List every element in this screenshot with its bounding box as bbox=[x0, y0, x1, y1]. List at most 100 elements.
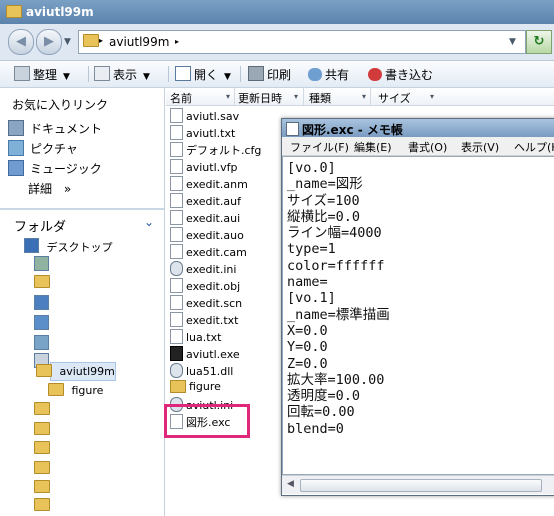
address-dropdown-icon[interactable]: ▼ bbox=[509, 37, 516, 47]
file-row[interactable]: exedit.aui bbox=[170, 210, 240, 225]
chevron-down-icon[interactable]: ▾ bbox=[226, 92, 230, 101]
toolbar-divider bbox=[168, 66, 169, 82]
share-button[interactable]: 共有 bbox=[308, 66, 349, 83]
chevron-right-icon[interactable]: ▸ bbox=[99, 36, 103, 45]
tree-item[interactable] bbox=[34, 461, 50, 475]
tree-item[interactable] bbox=[34, 441, 50, 455]
menu-help[interactable]: ヘルプ(H) bbox=[514, 139, 554, 155]
organize-icon bbox=[14, 66, 30, 81]
file-row[interactable]: exedit.auo bbox=[170, 227, 244, 242]
column-type[interactable]: 種類 bbox=[309, 90, 331, 106]
file-row[interactable]: デフォルト.cfg bbox=[170, 142, 261, 158]
file-name: exedit.aui bbox=[186, 212, 241, 225]
tree-item[interactable] bbox=[34, 498, 50, 512]
file-row[interactable]: lua51.dll bbox=[170, 363, 233, 378]
file-row[interactable]: aviutl.exe bbox=[170, 346, 240, 361]
tree-item[interactable] bbox=[34, 422, 50, 436]
chevron-down-icon: ▼ bbox=[224, 72, 231, 82]
file-row[interactable]: exedit.auf bbox=[170, 193, 241, 208]
views-icon bbox=[94, 66, 110, 81]
scroll-left-icon[interactable]: ◀ bbox=[287, 479, 294, 489]
column-divider[interactable] bbox=[370, 88, 371, 105]
file-row[interactable]: exedit.anm bbox=[170, 176, 248, 191]
file-row[interactable]: exedit.cam bbox=[170, 244, 247, 259]
tree-item[interactable] bbox=[34, 402, 50, 416]
address-segment[interactable]: aviutl99m bbox=[109, 35, 169, 49]
tree-item[interactable] bbox=[34, 480, 50, 494]
tree-item-figure[interactable]: figure bbox=[48, 383, 103, 397]
column-divider[interactable] bbox=[234, 88, 235, 105]
file-row[interactable]: aviutl.vfp bbox=[170, 159, 238, 174]
tree-item-desktop[interactable]: デスクトップ bbox=[24, 238, 113, 255]
recent-pages-dropdown-icon[interactable]: ▼ bbox=[64, 37, 71, 47]
open-label: 開く bbox=[194, 68, 219, 82]
documents-icon bbox=[8, 120, 24, 136]
file-row[interactable]: exedit.scn bbox=[170, 295, 242, 310]
menu-file[interactable]: ファイル(F) bbox=[290, 139, 349, 155]
favorite-music[interactable]: ミュージック bbox=[8, 160, 102, 177]
double-chevron-icon: » bbox=[63, 182, 72, 196]
document-icon bbox=[170, 295, 183, 310]
notepad-content[interactable]: [vo.0] _name=図形 サイズ=100 縦横比=0.0 ライン幅=400… bbox=[283, 157, 554, 440]
folder-icon bbox=[34, 441, 50, 454]
file-row[interactable]: aviutl.txt bbox=[170, 125, 235, 140]
file-row[interactable]: aviutl.sav bbox=[170, 108, 239, 123]
column-divider[interactable] bbox=[303, 88, 304, 105]
file-row[interactable]: exedit.ini bbox=[170, 261, 236, 276]
menu-format[interactable]: 書式(O) bbox=[408, 139, 447, 155]
notepad-titlebar[interactable]: 図形.exc - メモ帳 bbox=[282, 119, 554, 137]
control-panel-icon bbox=[34, 335, 49, 350]
pane-splitter[interactable] bbox=[0, 208, 164, 210]
window-titlebar[interactable]: aviutl99m bbox=[0, 0, 554, 24]
tree-item[interactable] bbox=[34, 256, 49, 272]
folder-icon bbox=[34, 498, 50, 511]
column-name[interactable]: 名前 bbox=[170, 90, 192, 106]
more-links[interactable]: 詳細 » bbox=[28, 180, 71, 197]
column-date[interactable]: 更新日時 bbox=[238, 90, 282, 106]
network-icon bbox=[34, 315, 49, 330]
file-row[interactable]: figure bbox=[170, 380, 221, 393]
document-icon bbox=[170, 312, 183, 327]
chevron-right-icon[interactable]: ▸ bbox=[175, 37, 179, 46]
chevron-down-icon[interactable]: ⌄ bbox=[144, 215, 154, 229]
notepad-title: 図形.exc - メモ帳 bbox=[302, 123, 403, 137]
scroll-thumb[interactable] bbox=[300, 479, 542, 492]
tree-item-aviutl99m[interactable]: aviutl99m bbox=[36, 364, 115, 378]
chevron-down-icon[interactable]: ▾ bbox=[362, 92, 366, 101]
open-button[interactable]: 開く ▼ bbox=[175, 66, 231, 83]
file-row[interactable]: exedit.obj bbox=[170, 278, 240, 293]
file-row[interactable]: lua.txt bbox=[170, 329, 221, 344]
organize-button[interactable]: 整理 ▼ bbox=[14, 66, 70, 83]
tree-item[interactable] bbox=[34, 295, 49, 311]
tree-item[interactable] bbox=[34, 335, 49, 351]
notepad-window[interactable]: 図形.exc - メモ帳 ファイル(F) 編集(E) 書式(O) 表示(V) ヘ… bbox=[281, 118, 554, 496]
refresh-button[interactable]: ↻ bbox=[526, 30, 552, 54]
menu-view[interactable]: 表示(V) bbox=[461, 139, 499, 155]
horizontal-scrollbar[interactable]: ◀ bbox=[282, 475, 554, 494]
file-row[interactable]: exedit.txt bbox=[170, 312, 239, 327]
burn-button[interactable]: 書き込む bbox=[368, 66, 433, 83]
notepad-icon bbox=[175, 66, 191, 81]
chevron-down-icon[interactable]: ▾ bbox=[294, 92, 298, 101]
tree-item[interactable] bbox=[34, 275, 50, 289]
favorite-pictures[interactable]: ピクチャ bbox=[8, 140, 78, 157]
menu-edit[interactable]: 編集(E) bbox=[354, 139, 392, 155]
views-label: 表示 bbox=[113, 68, 138, 82]
back-button[interactable]: ◀ bbox=[8, 29, 34, 55]
column-size[interactable]: サイズ bbox=[378, 90, 411, 106]
forward-button[interactable]: ▶ bbox=[36, 29, 62, 55]
document-icon bbox=[170, 244, 183, 259]
notepad-text-area[interactable]: [vo.0] _name=図形 サイズ=100 縦横比=0.0 ライン幅=400… bbox=[282, 156, 554, 475]
folder-icon bbox=[34, 480, 50, 493]
favorite-documents[interactable]: ドキュメント bbox=[8, 120, 102, 137]
document-icon bbox=[170, 329, 183, 344]
views-button[interactable]: 表示 ▼ bbox=[94, 66, 150, 83]
document-icon bbox=[170, 125, 183, 140]
document-icon bbox=[170, 108, 183, 123]
chevron-down-icon[interactable]: ▾ bbox=[430, 92, 434, 101]
folders-header[interactable]: フォルダ bbox=[14, 216, 66, 235]
tree-item[interactable] bbox=[34, 315, 49, 331]
address-bar[interactable]: ▸ aviutl99m ▸ ▼ bbox=[78, 30, 526, 54]
file-name: exedit.auf bbox=[186, 195, 241, 208]
print-button[interactable]: 印刷 bbox=[248, 66, 291, 83]
